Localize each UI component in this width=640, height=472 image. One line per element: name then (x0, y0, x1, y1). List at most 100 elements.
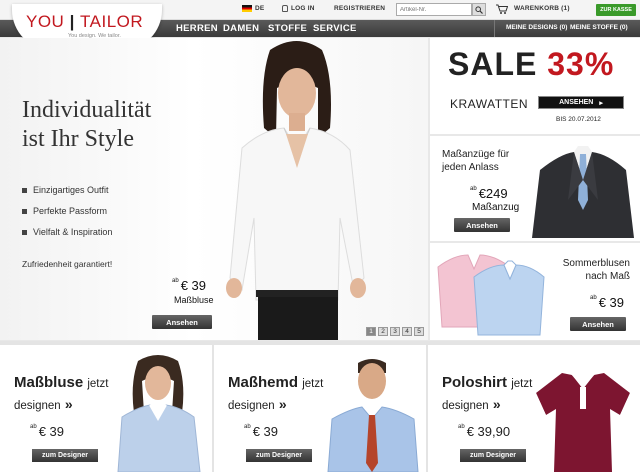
hero-view-button[interactable]: Ansehen (152, 315, 212, 329)
suits-headline: Maßanzüge für jeden Anlass (442, 148, 509, 174)
card-designen: designen (14, 400, 61, 412)
card-price: ab € 39 (244, 424, 278, 439)
bullet-square-icon (22, 187, 27, 193)
hero-title-line2: ist Ihr Style (22, 126, 134, 152)
card-title: Maßbluse jetzt designen » (14, 373, 108, 416)
designer-card-polo[interactable]: Poloshirt jetzt designen » ab € 39,90 zum … (428, 345, 640, 472)
german-flag-icon (242, 5, 252, 12)
chevron-right-icon: » (64, 396, 73, 412)
sale-headline: SALE 33% (448, 46, 614, 83)
nav-item-damen[interactable]: DAMEN (223, 23, 259, 34)
man-shirt-image (327, 359, 419, 472)
price-prefix: ab (172, 278, 179, 284)
chevron-right-icon: » (492, 396, 501, 412)
sale-view-button[interactable]: ANSEHEN ▸ (538, 96, 624, 109)
search-button[interactable] (472, 3, 486, 16)
to-designer-button[interactable]: zum Designer (32, 449, 98, 462)
price-prefix: ab (244, 424, 251, 430)
price-prefix: ab (458, 424, 465, 430)
cart-link[interactable]: WARENKORB (1) (514, 5, 570, 12)
pager-dot[interactable]: 4 (402, 327, 412, 336)
nav-item-stoffe[interactable]: STOFFE (268, 23, 307, 34)
card-jetzt: jetzt (87, 378, 109, 390)
blouses-price: ab € 39 (590, 295, 624, 310)
pager-dot[interactable]: 1 (366, 327, 376, 336)
card-title: Poloshirt jetzt designen » (442, 373, 532, 416)
suits-view-button[interactable]: Ansehen (454, 218, 510, 232)
hero-product-label: Maßbluse (174, 295, 214, 305)
sale-until-date: BIS 20.07.2012 (556, 116, 601, 123)
hero-bullet: Perfekte Passform (22, 206, 107, 216)
card-price: ab € 39 (30, 424, 64, 439)
sale-button-label: ANSEHEN (559, 99, 594, 106)
price-prefix: ab (470, 186, 477, 192)
sale-word: SALE (448, 46, 538, 82)
blouses-image (437, 254, 545, 336)
hero-title-line1: Individualität (22, 97, 152, 123)
price-value: € 39 (38, 424, 64, 439)
play-arrow-icon: ▸ (599, 99, 603, 107)
login-label: LOG IN (291, 5, 315, 12)
to-designer-button[interactable]: zum Designer (460, 449, 526, 462)
hero-banner[interactable]: Individualität ist Ihr Style Einzigartig… (0, 38, 428, 340)
price-prefix: ab (30, 424, 37, 430)
card-designen: designen (228, 400, 275, 412)
nav-item-service[interactable]: SERVICE (313, 23, 357, 34)
hero-title: Individualität ist Ihr Style (22, 96, 151, 154)
suits-promo[interactable]: Maßanzüge für jeden Anlass ab €249 Maßanz… (430, 136, 640, 241)
suits-line2: jeden Anlass (442, 162, 499, 173)
chevron-right-icon: » (278, 396, 287, 412)
polo-shirt-image (532, 367, 634, 472)
designer-card-blouse[interactable]: Maßbluse jetzt designen » ab € 39 zum Desi… (0, 345, 212, 472)
my-fabrics-link[interactable]: MEINE STOFFE (0) (570, 24, 628, 31)
price-value: € 39 (598, 295, 624, 310)
satisfaction-guarantee: Zufriedenheit garantiert! (22, 259, 113, 269)
bullet-text: Perfekte Passform (33, 206, 108, 216)
logo-separator: | (64, 12, 81, 31)
checkout-button[interactable]: ZUR KASSE (596, 4, 636, 16)
blouses-view-button[interactable]: Ansehen (570, 317, 626, 331)
suits-line1: Maßanzüge für (442, 149, 510, 160)
my-designs-link[interactable]: MEINE DESIGNS (0) (506, 24, 567, 31)
nav-item-herren[interactable]: HERREN (176, 23, 218, 34)
pager-dot[interactable]: 3 (390, 327, 400, 336)
login-link[interactable]: LOG IN (282, 5, 315, 12)
card-product-name: Maßhemd (228, 374, 299, 391)
language-selector[interactable]: DE (242, 5, 264, 12)
price-value: € 39 (252, 424, 278, 439)
price-value: € 39,90 (466, 424, 511, 439)
bullet-square-icon (22, 229, 27, 235)
page: DE LOG IN REGISTRIEREN WARENKORB (1) ZUR… (0, 0, 640, 472)
cart-icon[interactable] (496, 4, 508, 14)
hero-bullet: Vielfalt & Inspiration (22, 227, 112, 237)
pager-dot[interactable]: 2 (378, 327, 388, 336)
sale-banner[interactable]: SALE 33% KRAWATTEN ANSEHEN ▸ BIS 20.07.20… (430, 38, 640, 134)
price-prefix: ab (590, 295, 597, 301)
price-value: € 39 (180, 278, 206, 293)
search-input[interactable] (396, 3, 472, 16)
card-price: ab € 39,90 (458, 424, 510, 439)
card-title: Maßhemd jetzt designen » (228, 373, 323, 416)
suits-product-label: Maßanzug (472, 202, 520, 213)
price-value: €249 (478, 186, 508, 201)
designer-card-shirt[interactable]: Maßhemd jetzt designen » ab € 39 zum Desig… (214, 345, 426, 472)
pager-dot[interactable]: 5 (414, 327, 424, 336)
blouses-promo[interactable]: Sommerblusen nach Maß ab € 39 Ansehen (430, 243, 640, 340)
cart-label: WARENKORB (1) (514, 5, 570, 12)
register-label: REGISTRIEREN (334, 5, 386, 12)
suits-price: ab €249 (470, 186, 508, 201)
bullet-text: Einzigartiges Outfit (33, 185, 109, 195)
card-designen: designen (442, 400, 489, 412)
suit-image (532, 146, 634, 238)
logo-wordmark: YOU | TAILOR (26, 12, 143, 32)
search-icon (475, 5, 483, 14)
register-link[interactable]: REGISTRIEREN (334, 5, 385, 12)
bullet-square-icon (22, 208, 27, 214)
blouses-line2: nach Maß (585, 271, 630, 282)
blouses-headline: Sommerblusen nach Maß (546, 257, 630, 283)
to-designer-button[interactable]: zum Designer (246, 449, 312, 462)
bullet-text: Vielfalt & Inspiration (33, 227, 113, 237)
lock-icon (282, 5, 288, 12)
model-woman-blouse-image (226, 41, 366, 340)
hero-price: ab € 39 (172, 278, 206, 293)
